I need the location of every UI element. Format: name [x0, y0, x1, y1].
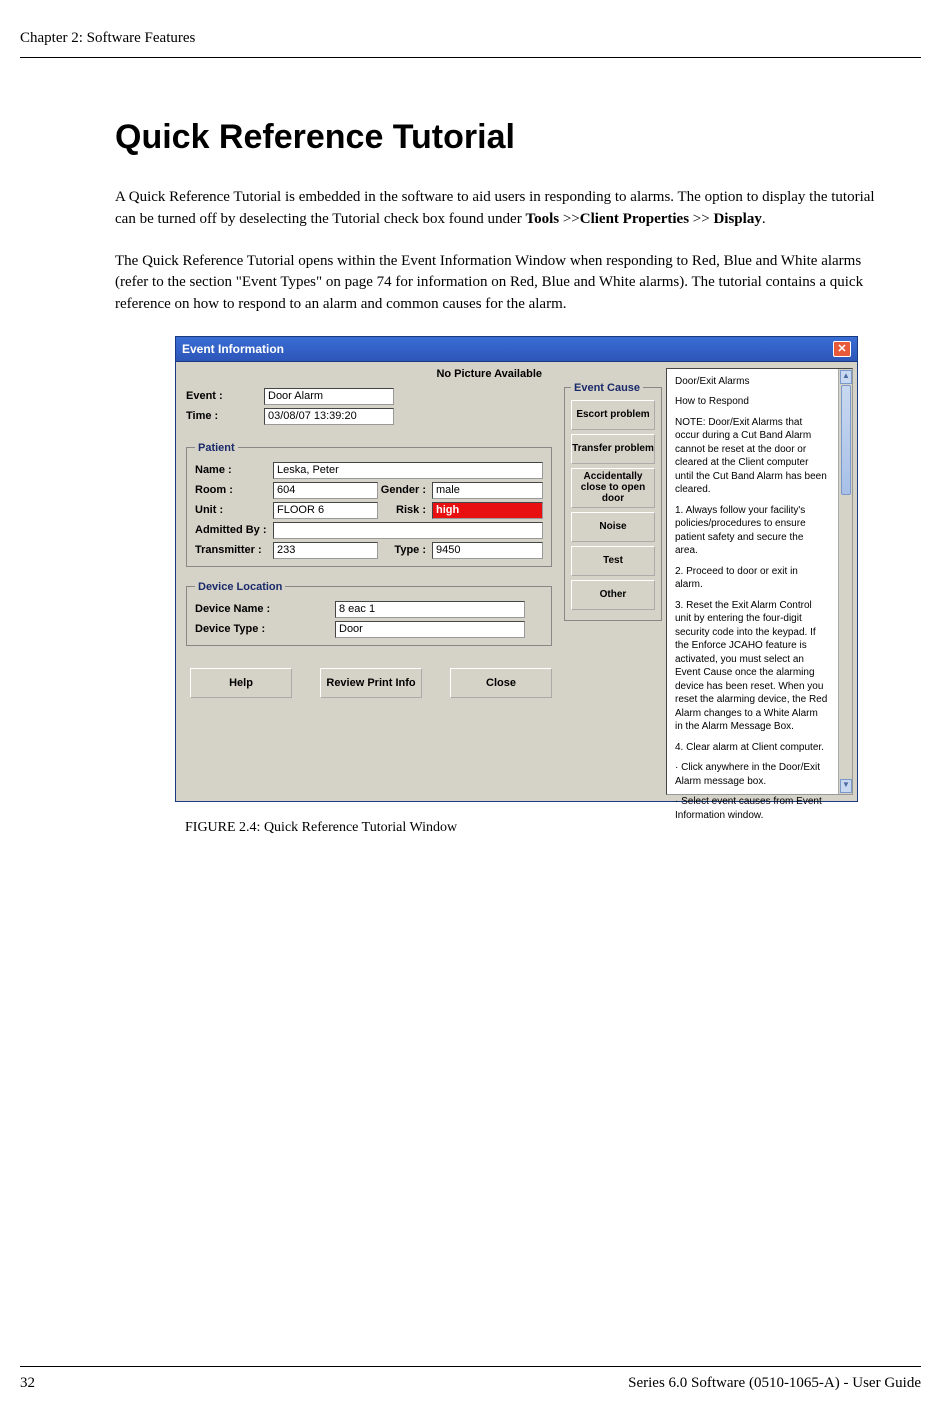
event-label: Event :: [186, 390, 264, 402]
page-title: Quick Reference Tutorial: [115, 118, 891, 157]
gender-field[interactable]: male: [432, 482, 543, 499]
name-field[interactable]: Leska, Peter: [273, 462, 543, 479]
window-title: Event Information: [182, 342, 284, 356]
menu-path-client-properties: Client Properties: [580, 211, 689, 227]
risk-field[interactable]: high: [432, 502, 543, 519]
event-cause-pane: Event Cause Escort problem Transfer prob…: [560, 362, 666, 801]
tutorial-heading-2: How to Respond: [675, 395, 828, 409]
unit-field[interactable]: FLOOR 6: [273, 502, 378, 519]
text: >>: [689, 211, 713, 227]
transmitter-label: Transmitter :: [195, 544, 273, 556]
unit-label: Unit :: [195, 504, 273, 516]
room-field[interactable]: 604: [273, 482, 378, 499]
review-print-info-button[interactable]: Review Print Info: [320, 668, 422, 698]
tutorial-pane: Door/Exit Alarms How to Respond NOTE: Do…: [666, 368, 853, 795]
text: >>: [559, 211, 580, 227]
type-label: Type :: [378, 544, 432, 556]
titlebar: Event Information ✕: [175, 336, 858, 362]
device-location-legend: Device Location: [195, 581, 285, 593]
tutorial-step-3: 3. Reset the Exit Alarm Control unit by …: [675, 599, 828, 734]
text: .: [762, 211, 766, 227]
gender-label: Gender :: [378, 484, 432, 496]
tutorial-step-4: 4. Clear alarm at Client computer.: [675, 741, 828, 755]
tutorial-note: NOTE: Door/Exit Alarms that occur during…: [675, 416, 828, 497]
transmitter-field[interactable]: 233: [273, 542, 378, 559]
tutorial-heading-1: Door/Exit Alarms: [675, 375, 828, 389]
name-label: Name :: [195, 464, 273, 476]
device-location-fieldset: Device Location Device Name : 8 eac 1 De…: [186, 581, 552, 646]
intro-paragraph-2: The Quick Reference Tutorial opens withi…: [115, 251, 891, 316]
patient-legend: Patient: [195, 442, 238, 454]
time-field[interactable]: 03/08/07 13:39:20: [264, 408, 394, 425]
device-name-label: Device Name :: [195, 603, 335, 615]
type-field[interactable]: 9450: [432, 542, 543, 559]
device-type-field[interactable]: Door: [335, 621, 525, 638]
event-cause-fieldset: Event Cause Escort problem Transfer prob…: [564, 382, 662, 621]
no-picture-label: No Picture Available: [186, 368, 552, 380]
scroll-up-icon[interactable]: ▲: [840, 370, 852, 384]
tutorial-step-1: 1. Always follow your facility's policie…: [675, 504, 828, 558]
scroll-down-icon[interactable]: ▼: [840, 779, 852, 793]
time-label: Time :: [186, 410, 264, 422]
escort-problem-button[interactable]: Escort problem: [571, 400, 655, 430]
other-button[interactable]: Other: [571, 580, 655, 610]
help-button[interactable]: Help: [190, 668, 292, 698]
intro-paragraph-1: A Quick Reference Tutorial is embedded i…: [115, 187, 891, 231]
doc-title: Series 6.0 Software (0510-1065-A) - User…: [628, 1375, 921, 1392]
tutorial-step-4b: · Select event causes from Event Informa…: [675, 795, 828, 822]
event-information-window: Event Information ✕ No Picture Available…: [175, 336, 858, 802]
accidentally-close-button[interactable]: Accidentally close to open door: [571, 468, 655, 508]
device-name-field[interactable]: 8 eac 1: [335, 601, 525, 618]
close-button[interactable]: Close: [450, 668, 552, 698]
device-type-label: Device Type :: [195, 623, 335, 635]
menu-path-display: Display: [713, 211, 761, 227]
tutorial-step-2: 2. Proceed to door or exit in alarm.: [675, 565, 828, 592]
tutorial-step-4a: · Click anywhere in the Door/Exit Alarm …: [675, 761, 828, 788]
risk-label: Risk :: [378, 504, 432, 516]
room-label: Room :: [195, 484, 273, 496]
noise-button[interactable]: Noise: [571, 512, 655, 542]
scrollbar[interactable]: ▲ ▼: [838, 369, 852, 794]
admitted-field[interactable]: [273, 522, 543, 539]
patient-fieldset: Patient Name : Leska, Peter Room : 604 G…: [186, 442, 552, 567]
menu-path-tools: Tools: [525, 211, 559, 227]
close-icon[interactable]: ✕: [833, 341, 851, 357]
event-field[interactable]: Door Alarm: [264, 388, 394, 405]
transfer-problem-button[interactable]: Transfer problem: [571, 434, 655, 464]
chapter-header: Chapter 2: Software Features: [20, 30, 921, 58]
scroll-thumb[interactable]: [841, 385, 851, 495]
page-footer: 32 Series 6.0 Software (0510-1065-A) - U…: [20, 1366, 921, 1392]
test-button[interactable]: Test: [571, 546, 655, 576]
page-number: 32: [20, 1375, 35, 1392]
admitted-label: Admitted By :: [195, 524, 273, 536]
left-pane: No Picture Available Event : Door Alarm …: [176, 362, 560, 801]
event-cause-legend: Event Cause: [571, 382, 643, 394]
